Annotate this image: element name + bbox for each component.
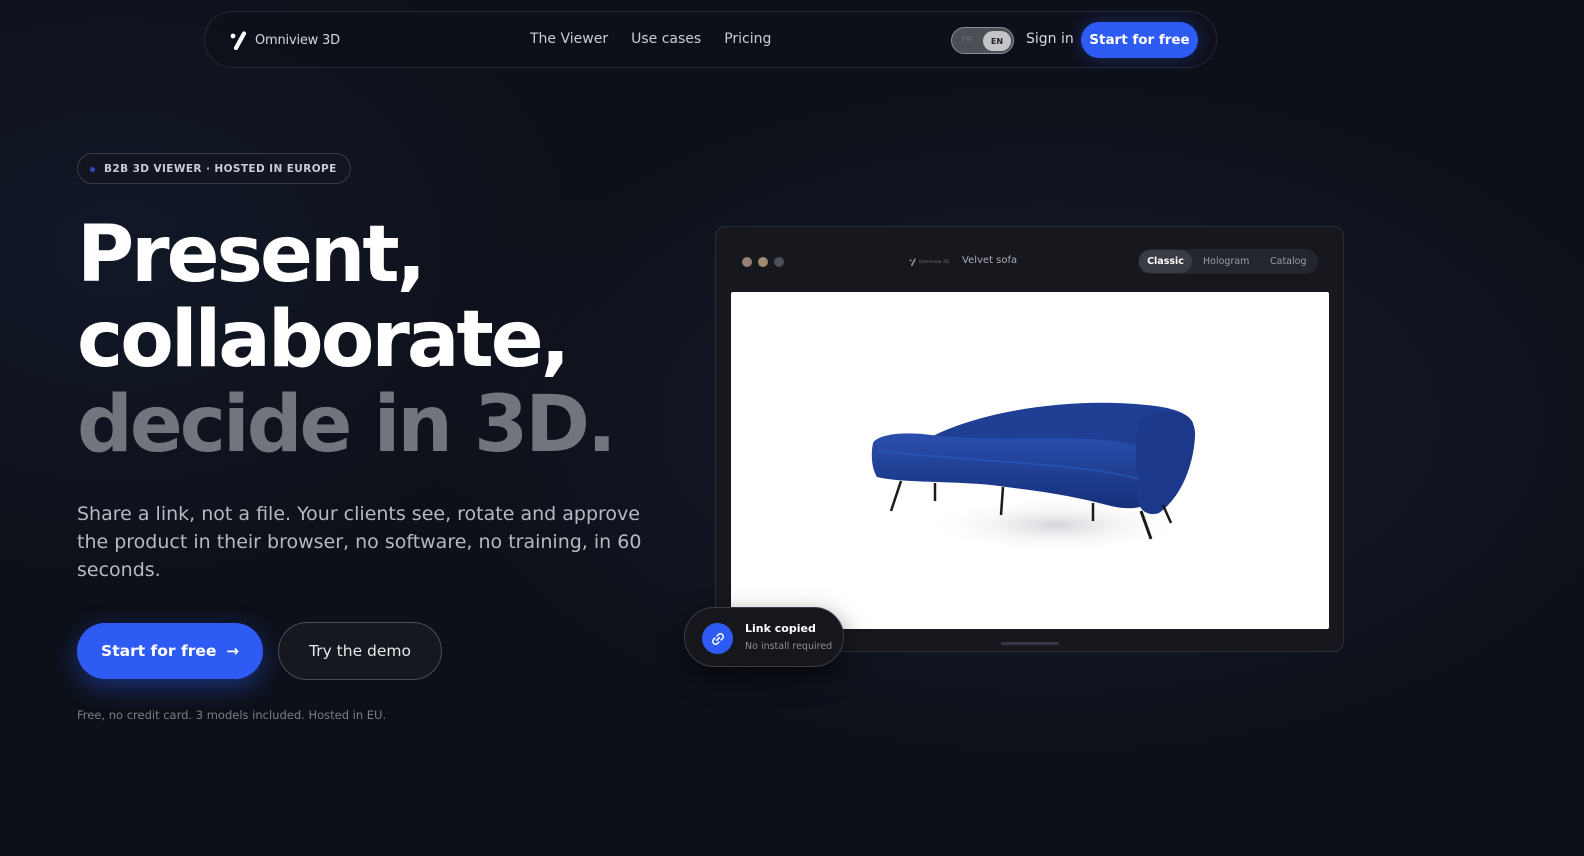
- arrow-right-icon: →: [226, 642, 239, 660]
- sign-in-link[interactable]: Sign in: [1026, 31, 1074, 47]
- try-the-demo-button[interactable]: Try the demo: [278, 622, 442, 680]
- nav-link-use-cases[interactable]: Use cases: [631, 31, 701, 47]
- headline-line-1: Present,: [77, 210, 426, 300]
- brand-name: Omniview 3D: [255, 32, 340, 48]
- omniview-logo-icon: [909, 258, 916, 266]
- tab-catalog[interactable]: Catalog: [1270, 256, 1306, 267]
- viewer-brand-name: Omniview 3D: [919, 259, 950, 265]
- link-icon: [702, 623, 733, 654]
- nav-start-for-free-button[interactable]: Start for free: [1081, 22, 1198, 58]
- primary-cta-label: Start for free: [101, 642, 217, 660]
- nav-link-the-viewer[interactable]: The Viewer: [530, 31, 608, 47]
- toast-title: Link copied: [745, 622, 816, 635]
- nav-link-pricing[interactable]: Pricing: [724, 31, 771, 47]
- badge-dot-icon: [90, 167, 95, 172]
- viewer-mode-tabs: Classic Hologram Catalog: [1138, 249, 1318, 274]
- viewer-home-indicator: [1001, 642, 1059, 645]
- omniview-logo-icon: [230, 31, 247, 50]
- lang-option-en[interactable]: EN: [983, 31, 1011, 51]
- window-dot-icon: [774, 257, 784, 267]
- 3d-viewer-canvas[interactable]: [731, 292, 1329, 629]
- viewer-window: Omniview 3D Velvet sofa Classic Hologram…: [715, 226, 1344, 652]
- link-copied-toast: Link copied No install required: [684, 607, 844, 667]
- viewer-brand: Omniview 3D: [909, 258, 949, 266]
- hero-headline: Present, collaborate, decide in 3D.: [77, 210, 617, 470]
- viewer-model-title: Velvet sofa: [962, 255, 1018, 266]
- lang-option-fr[interactable]: FR: [962, 35, 972, 44]
- tab-classic[interactable]: Classic: [1139, 250, 1192, 273]
- hero-badge: B2B 3D VIEWER · HOSTED IN EUROPE: [77, 153, 351, 184]
- language-toggle[interactable]: FR EN: [951, 27, 1014, 54]
- top-navigation: Omniview 3D The Viewer Use cases Pricing…: [204, 11, 1217, 68]
- nav-links: The Viewer Use cases Pricing: [530, 31, 771, 47]
- velvet-sofa-model: [871, 402, 1196, 553]
- hero-fineprint: Free, no credit card. 3 models included.…: [77, 708, 387, 722]
- window-dot-icon: [758, 257, 768, 267]
- toast-subtitle: No install required: [745, 641, 833, 652]
- hero-subtitle: Share a link, not a file. Your clients s…: [77, 503, 642, 581]
- headline-line-3: decide in 3D.: [77, 380, 617, 470]
- hero-start-for-free-button[interactable]: Start for free →: [77, 623, 263, 679]
- window-dot-icon: [742, 257, 752, 267]
- headline-line-2: collaborate,: [77, 295, 570, 385]
- tab-hologram[interactable]: Hologram: [1203, 256, 1249, 267]
- brand-logo[interactable]: Omniview 3D: [229, 30, 340, 50]
- badge-text: B2B 3D VIEWER · HOSTED IN EUROPE: [104, 162, 337, 175]
